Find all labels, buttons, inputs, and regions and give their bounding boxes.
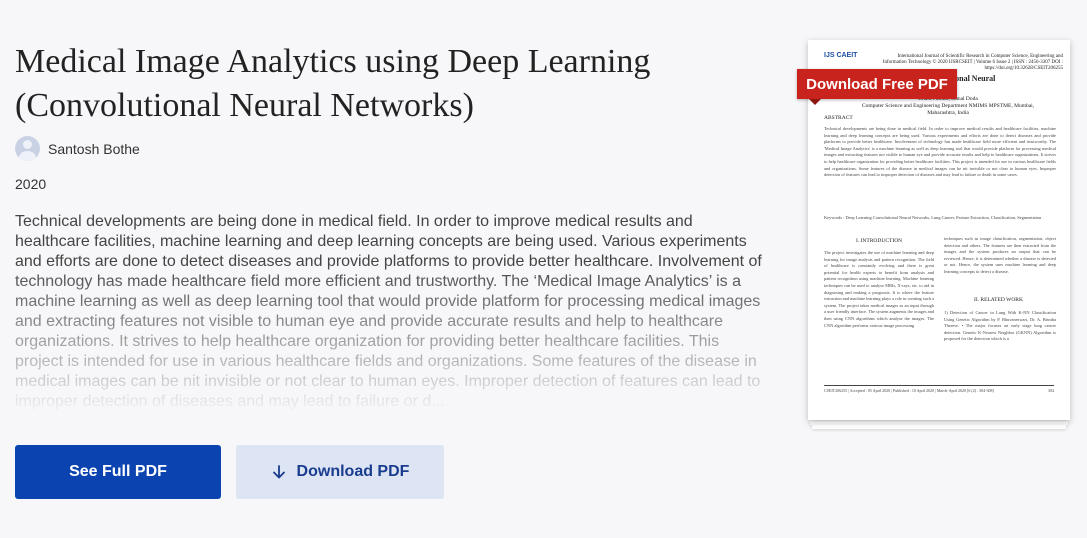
abstract-container: Technical developments are being done in… [15,212,767,412]
preview-page-number: 304 [1048,388,1054,393]
user-avatar-icon [15,136,40,161]
preview-footer-citation: CSEIT206255 | Accepted : 05 April 2020 |… [824,388,994,393]
see-full-pdf-button[interactable]: See Full PDF [15,445,221,499]
abstract-fade-overlay [15,262,767,412]
preview-abstract-text: Technical developments are being done in… [824,126,1056,178]
publication-year: 2020 [15,176,47,192]
journal-logo: IJS CAEIT [824,52,858,59]
download-free-pdf-badge[interactable]: Download Free PDF [797,69,957,105]
preview-authors: Dhara Patidar, Kunal Doda Computer Scien… [861,96,1035,116]
preview-intro-text: The project investigates the use of mach… [824,250,934,328]
preview-intro-heading: I. INTRODUCTION [856,238,903,244]
preview-related-heading: II. RELATED WORK [974,297,1023,303]
see-full-pdf-label: See Full PDF [69,463,167,480]
paper-title: Medical Image Analytics using Deep Learn… [15,43,651,124]
author-row[interactable]: Santosh Bothe [15,136,140,161]
preview-footer: CSEIT206255 | Accepted : 05 April 2020 |… [824,385,1054,393]
preview-related-text: 1) Detection of Cancer in Lung With K-NN… [944,310,1056,342]
preview-col2-text: techniques such as image classification,… [944,236,1056,274]
author-name[interactable]: Santosh Bothe [48,141,140,157]
download-arrow-icon [271,464,287,480]
preview-keywords: Keywords : Deep Learning Convolutional N… [824,215,1042,220]
preview-abstract-heading: ABSTRACT [824,115,853,121]
download-pdf-label: Download PDF [296,463,410,480]
download-free-pdf-label: Download Free PDF [806,75,948,93]
download-pdf-button[interactable]: Download PDF [236,445,444,499]
page-stack-edge [812,425,1066,429]
